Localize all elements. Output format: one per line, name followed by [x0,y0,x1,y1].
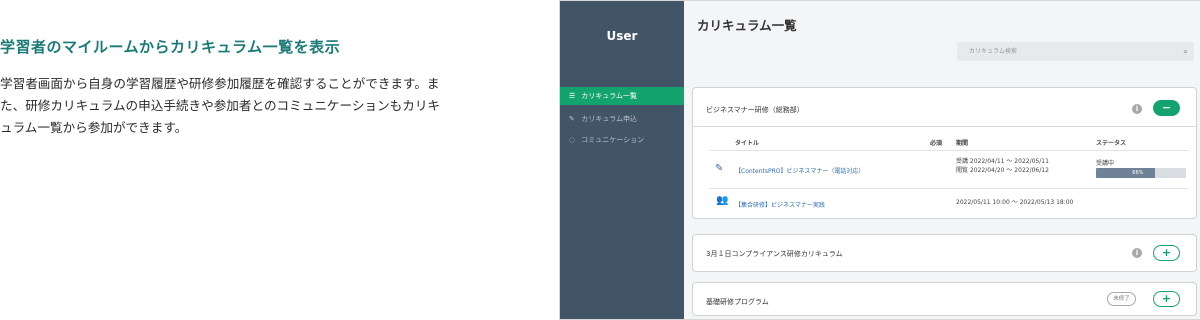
search-input[interactable]: カリキュラム検索 ⌕ [957,42,1194,61]
divider [693,126,1196,127]
column-header-period: 期間 [956,140,969,147]
main-content: カリキュラム一覧 カリキュラム検索 ⌕ ビジネスマナー研修（総務部） i − タ… [684,1,1200,319]
progress-fill: 66% [1096,168,1156,178]
curriculum-card: 3月１日コンプライアンス研修カリキュラム i + [692,234,1197,272]
info-icon[interactable]: i [1132,104,1142,114]
sidebar-item-label: コミュニケーション [581,136,645,144]
feature-description: 学習者のマイルームからカリキュラム一覧を表示 学習者画面から自身の学習履歴や研修… [0,37,450,139]
curriculum-title[interactable]: ビジネスマナー研修（総務部） [706,105,804,115]
curriculum-title[interactable]: 基礎研修プログラム [706,297,769,307]
sidebar-item-label: カリキュラム申込 [581,115,638,123]
curriculum-card: 基礎研修プログラム 未修了 + [692,282,1197,316]
info-icon[interactable]: i [1132,248,1142,258]
collapse-button[interactable]: − [1153,100,1180,116]
page-title: カリキュラム一覧 [697,18,797,33]
status-text: 受講中 [1096,160,1115,167]
row-divider [709,188,1189,189]
chat-icon: ◌ [569,136,576,144]
curriculum-card: ビジネスマナー研修（総務部） i − タイトル 必須 期間 ステータス ✎ 【C… [692,87,1197,219]
description-heading: 学習者のマイルームからカリキュラム一覧を表示 [0,38,341,56]
app-screenshot: User ☰ カリキュラム一覧 ✎ カリキュラム申込 ◌ コミュニケーション カ… [559,0,1201,320]
period-view: 閲覧 2022/04/20 ～ 2022/06/12 [956,167,1049,174]
sidebar-item-curriculum-list[interactable]: ☰ カリキュラム一覧 [560,87,684,105]
search-placeholder: カリキュラム検索 [969,48,1017,55]
edit-note-icon: ✎ [715,163,724,174]
people-icon: 👥 [716,195,729,206]
row-divider [709,150,1189,151]
period-attend: 受講 2022/04/11 ～ 2022/05/11 [956,158,1049,165]
curriculum-title[interactable]: 3月１日コンプライアンス研修カリキュラム [706,249,843,259]
description-body: 学習者画面から自身の学習履歴や研修参加履歴を確認することができます。また、研修カ… [0,76,441,135]
sidebar-item-communication[interactable]: ◌ コミュニケーション [560,131,684,149]
sidebar-item-label: カリキュラム一覧 [581,92,638,100]
list-icon: ☰ [569,92,576,100]
sidebar: User ☰ カリキュラム一覧 ✎ カリキュラム申込 ◌ コミュニケーション [560,1,684,319]
sidebar-item-curriculum-apply[interactable]: ✎ カリキュラム申込 [560,110,684,128]
search-icon[interactable]: ⌕ [1184,42,1188,61]
period: 2022/05/11 10:00 ～ 2022/05/13 18:00 [956,199,1074,206]
status-badge: 未修了 [1107,292,1136,306]
column-header-status: ステータス [1096,140,1127,147]
sidebar-user-label: User [606,29,638,43]
course-link[interactable]: 【集合研修】ビジネスマナー実践 [735,200,825,209]
progress-bar: 66% [1096,168,1186,178]
column-header-required: 必須 [930,140,943,147]
expand-button[interactable]: + [1153,245,1180,261]
expand-button[interactable]: + [1153,291,1180,307]
course-link[interactable]: 【ContentsPRO】ビジネスマナー（電話対応） [735,166,864,175]
column-header-title: タイトル [735,140,760,147]
edit-icon: ✎ [569,115,575,123]
